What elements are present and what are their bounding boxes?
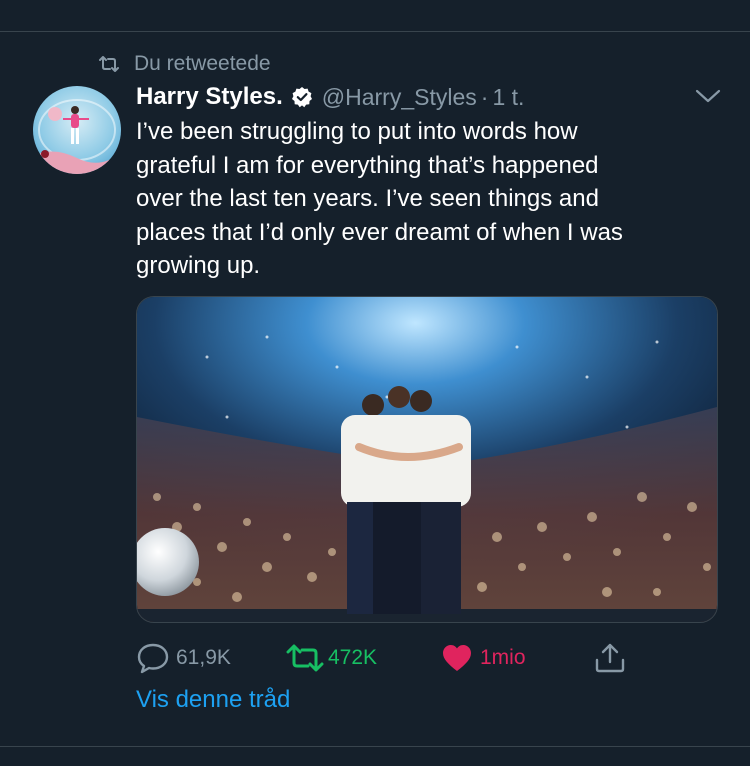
tweet-text-line: grateful I am for everything that’s happ…	[136, 151, 599, 179]
tweet-text-line: over the last ten years. I’ve seen thing…	[136, 185, 599, 212]
tweet-text-line: I’ve been struggling to put into words h…	[136, 118, 578, 145]
top-divider	[0, 31, 750, 32]
tweet-actions: 61,9K 472K 1mio	[136, 638, 636, 678]
author-name[interactable]: Harry Styles.	[136, 83, 283, 111]
heart-filled-icon	[443, 645, 471, 671]
show-thread-link[interactable]: Vis denne tråd	[136, 686, 290, 714]
tweet-menu-button[interactable]	[694, 86, 722, 106]
social-context-label: Du retweetede	[134, 52, 271, 75]
retweet-icon	[99, 56, 119, 72]
verified-badge-icon	[291, 87, 312, 108]
like-count: 1mio	[480, 646, 526, 669]
share-icon	[595, 643, 625, 673]
author-handle[interactable]: @Harry_Styles	[322, 84, 477, 111]
header-separator: ·	[480, 83, 489, 110]
reply-icon	[137, 643, 169, 674]
reply-button[interactable]: 61,9K	[136, 638, 231, 678]
retweet-icon	[286, 644, 324, 672]
tweet-text-line: growing up.	[136, 252, 261, 279]
social-context[interactable]: Du retweetede	[98, 50, 271, 78]
like-button[interactable]: 1mio	[442, 638, 526, 678]
share-button[interactable]	[594, 638, 626, 678]
reply-count: 61,9K	[176, 646, 231, 669]
retweet-button[interactable]: 472K	[286, 638, 377, 678]
tweet-text: I’ve been struggling to put into words h…	[136, 115, 726, 283]
tweet-photo[interactable]	[136, 296, 718, 623]
tweet-text-line: places that I’d only ever dreamt of when…	[136, 218, 623, 246]
tweet-header: Harry Styles. @Harry_Styles · 1 t.	[136, 81, 524, 113]
chevron-down-icon	[695, 89, 721, 103]
tweet-timestamp[interactable]: 1 t.	[492, 84, 524, 111]
avatar[interactable]	[33, 86, 121, 174]
bottom-divider	[0, 746, 750, 747]
retweet-count: 472K	[328, 646, 378, 669]
